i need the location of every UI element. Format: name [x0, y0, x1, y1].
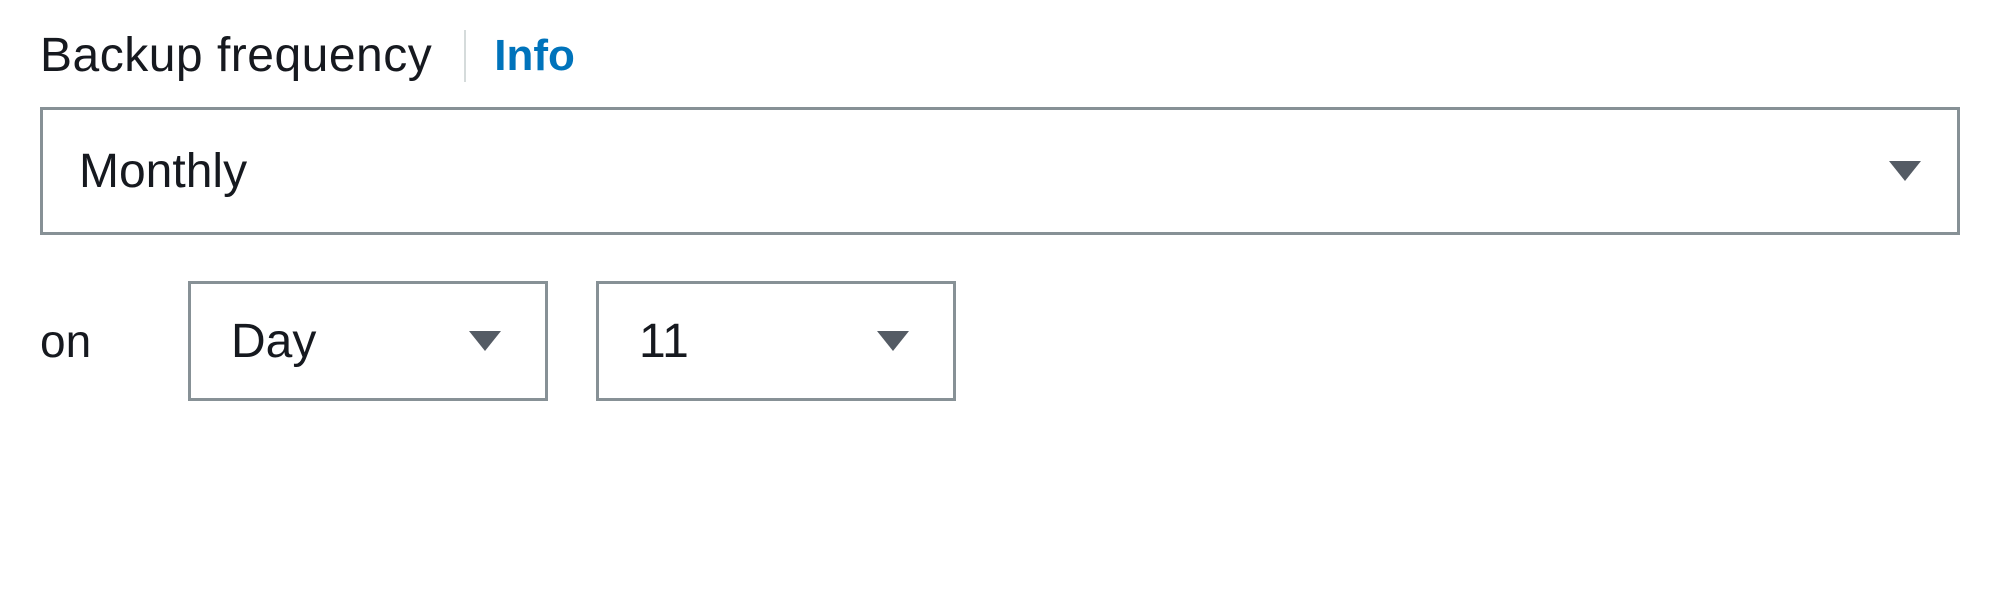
chevron-down-icon: [1889, 161, 1921, 181]
backup-frequency-label: Backup frequency: [40, 28, 432, 83]
chevron-down-icon: [877, 331, 909, 351]
frequency-select[interactable]: Monthly: [40, 107, 1960, 235]
day-type-select[interactable]: Day: [188, 281, 548, 401]
vertical-divider: [464, 30, 466, 82]
on-label: on: [40, 314, 140, 368]
frequency-select-value: Monthly: [79, 144, 247, 199]
day-value-select-value: 11: [639, 314, 689, 369]
info-link[interactable]: Info: [494, 31, 575, 81]
chevron-down-icon: [469, 331, 501, 351]
day-type-select-value: Day: [231, 314, 316, 369]
day-value-select[interactable]: 11: [596, 281, 956, 401]
